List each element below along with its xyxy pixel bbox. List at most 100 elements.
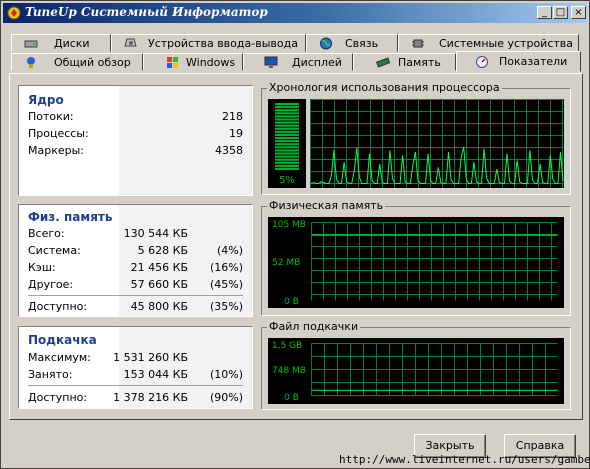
row-percent: (10%) — [209, 368, 243, 381]
cpu-meter-segment — [275, 149, 299, 152]
globe-icon — [320, 37, 332, 50]
memory-icon — [376, 57, 390, 68]
axis-mid-label: 52 MB — [272, 258, 300, 268]
cpu-meter: 5% — [268, 99, 306, 188]
pagefile-chart: 1,5 GB 748 MB 0 B — [268, 338, 564, 404]
tab-performance[interactable]: Показатели — [456, 51, 581, 72]
physical-row-other: Другое: 57 660 КБ (45%) — [28, 278, 243, 292]
windows-logo-icon — [167, 57, 178, 68]
cpu-meter-segment — [275, 143, 299, 146]
cpu-meter-segment — [275, 161, 299, 164]
row-percent: (90%) — [209, 391, 243, 404]
divider — [28, 385, 243, 386]
cpu-meter-segment — [275, 121, 299, 124]
row-percent: (45%) — [209, 278, 243, 291]
tab-label: Общий обзор — [54, 56, 131, 69]
tab-memory[interactable]: Память — [353, 53, 456, 71]
tab-system-devices[interactable]: Системные устройства — [398, 34, 579, 52]
app-icon — [7, 6, 21, 20]
cpu-meter-segment — [275, 137, 299, 140]
cpu-meter-segment — [275, 124, 299, 127]
cpu-meter-segment — [275, 103, 299, 106]
cpu-meter-segment — [275, 130, 299, 133]
tab-connection[interactable]: Связь — [306, 34, 398, 52]
paging-title: Подкачка — [28, 333, 97, 347]
display-icon — [264, 56, 278, 68]
physical-row-available: Доступно: 45 800 КБ (35%) — [28, 300, 243, 314]
physical-memory-box: Физ. память Всего: 130 544 КБ Система: 5… — [18, 204, 253, 317]
row-label: Максимум: — [28, 351, 91, 364]
physical-memory-chart: 105 MB 52 MB 0 B — [268, 217, 564, 308]
divider — [28, 295, 243, 296]
tab-windows[interactable]: Windows — [143, 53, 243, 71]
kernel-box: Ядро Потоки: 218 Процессы: 19 Маркеры: 4… — [18, 85, 253, 196]
maximize-button[interactable]: □ — [553, 6, 568, 19]
row-value: 4358 — [215, 144, 243, 157]
row-percent: (35%) — [209, 300, 243, 313]
row-percent: (16%) — [209, 261, 243, 274]
minimize-button[interactable]: _ — [537, 6, 552, 19]
title-bar[interactable]: TuneUp Системный Информатор _ □ × — [3, 3, 587, 23]
paging-row-available: Доступно: 1 378 216 КБ (90%) — [28, 391, 243, 405]
row-label: Кэш: — [28, 261, 56, 274]
cpu-meter-segment — [275, 146, 299, 149]
tab-label: Дисплей — [292, 56, 342, 69]
tab-io-devices[interactable]: Устройства ввода-вывода — [111, 34, 306, 52]
disk-icon — [24, 40, 38, 48]
cpu-history-group: Хронология использования процессора 5% — [261, 81, 571, 195]
kernel-row-processes: Процессы: 19 — [28, 127, 243, 141]
tab-label: Показатели — [499, 55, 568, 68]
cpu-history-chart — [310, 99, 564, 188]
pagefile-group: Файл подкачки 1,5 GB 748 MB 0 B — [261, 320, 571, 410]
row-label: Другое: — [28, 278, 74, 291]
physmem-group-title: Физическая память — [267, 199, 386, 212]
cpu-meter-segment — [275, 118, 299, 121]
cpu-meter-segment — [275, 152, 299, 155]
row-label: Занято: — [28, 368, 73, 381]
row-value: 21 456 КБ — [130, 261, 188, 274]
physical-row-cache: Кэш: 21 456 КБ (16%) — [28, 261, 243, 275]
cpu-history-line — [310, 146, 564, 184]
paging-box: Подкачка Максимум: 1 531 260 КБ Занято: … — [18, 326, 253, 409]
pagefile-group-title: Файл подкачки — [267, 320, 361, 333]
row-value: 153 044 КБ — [123, 368, 188, 381]
row-label: Доступно: — [28, 391, 88, 404]
watermark-url: http://www.liveinternet.ru/users/gambert… — [339, 453, 590, 466]
io-devices-icon — [124, 38, 137, 47]
chip-icon — [412, 39, 424, 48]
axis-top-label: 105 MB — [272, 220, 306, 230]
cpu-meter-segment — [275, 112, 299, 115]
cpu-meter-segment — [275, 167, 299, 170]
tab-label: Системные устройства — [439, 37, 573, 50]
row-value: 57 660 КБ — [130, 278, 188, 291]
cpu-meter-segment — [275, 133, 299, 136]
tab-label: Память — [398, 56, 441, 69]
close-window-button[interactable]: × — [571, 6, 586, 19]
row-value: 1 531 260 КБ — [113, 351, 188, 364]
tab-disks[interactable]: Диски — [11, 34, 111, 52]
axis-bottom-label: 0 B — [284, 297, 299, 307]
tab-overview[interactable]: Общий обзор — [11, 53, 143, 71]
physical-row-total: Всего: 130 544 КБ — [28, 227, 243, 241]
physical-row-system: Система: 5 628 КБ (4%) — [28, 244, 243, 258]
cpu-meter-segment — [275, 127, 299, 130]
cpu-meter-segment — [275, 158, 299, 161]
window-title: TuneUp Системный Информатор — [25, 5, 268, 19]
row-value: 5 628 КБ — [137, 244, 188, 257]
row-value: 45 800 КБ — [130, 300, 188, 313]
tab-label: Windows — [186, 56, 236, 69]
tab-display[interactable]: Дисплей — [243, 53, 353, 71]
tab-label: Связь — [345, 37, 379, 50]
physical-title: Физ. память — [28, 210, 113, 224]
row-label: Процессы: — [28, 127, 89, 140]
kernel-title: Ядро — [28, 93, 64, 107]
kernel-row-threads: Потоки: 218 — [28, 110, 243, 124]
row-value: 130 544 КБ — [123, 227, 188, 240]
overview-icon — [27, 57, 35, 68]
axis-mid-label: 748 MB — [272, 366, 306, 376]
cpu-meter-segment — [275, 140, 299, 143]
cpu-meter-segment — [275, 106, 299, 109]
row-label: Доступно: — [28, 300, 88, 313]
row-percent: (4%) — [216, 244, 243, 257]
row-label: Система: — [28, 244, 81, 257]
